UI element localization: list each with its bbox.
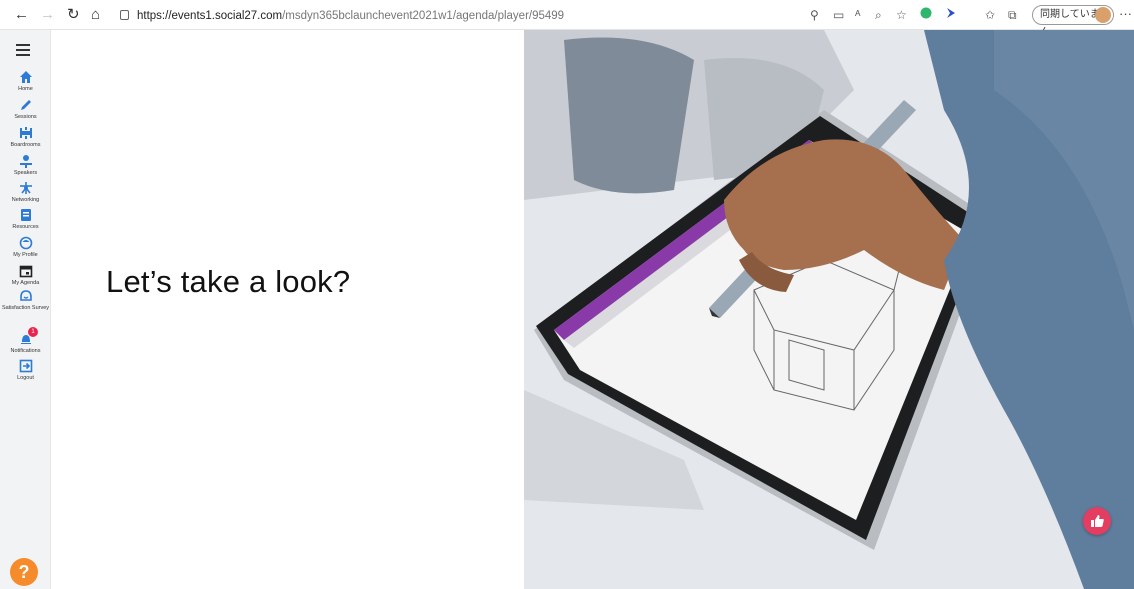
sidebar-item-label: Sessions: [14, 114, 37, 120]
hamburger-menu-icon[interactable]: [16, 44, 30, 59]
profile-icon: [19, 236, 32, 250]
collections-icon[interactable]: ⧉: [1008, 7, 1017, 23]
sidebar-item-label: Boardrooms: [10, 142, 41, 148]
extension-green-icon[interactable]: [920, 7, 932, 23]
back-arrow-icon[interactable]: ←: [14, 6, 29, 24]
sidebar-item-label: My Agenda: [11, 280, 40, 286]
sidebar-item-label: Home: [18, 86, 33, 92]
url-path: /msdyn365bclaunchevent2021w1/agenda/play…: [282, 10, 565, 22]
sidebar-item-label: Speakers: [13, 170, 38, 176]
key-icon[interactable]: ⚲: [810, 7, 819, 23]
url-host: https://events1.social27.com: [137, 10, 283, 22]
sidebar-item-resources[interactable]: Resources: [0, 208, 51, 230]
more-options-icon[interactable]: ···: [1119, 6, 1132, 21]
sidebar-item-networking[interactable]: Networking: [0, 181, 51, 203]
lock-icon: [120, 10, 129, 20]
slide-title: Let’s take a look?: [106, 264, 351, 299]
sidebar-item-logout[interactable]: Logout: [0, 359, 51, 381]
avatar: [1095, 7, 1111, 23]
browser-toolbar: ← → ↻ ⌂ https://events1.social27.com/msd…: [0, 0, 1134, 38]
home-icon: [19, 71, 32, 83]
survey-icon: [19, 290, 32, 301]
favorite-add-icon[interactable]: ☆: [896, 7, 907, 23]
sidebar-item-home[interactable]: Home: [0, 70, 51, 92]
home-browser-icon[interactable]: ⌂: [91, 6, 100, 24]
sidebar-item-sessions[interactable]: Sessions: [0, 98, 51, 120]
sidebar-item-label: Networking: [11, 197, 40, 203]
favorites-icon[interactable]: ✩: [985, 7, 995, 23]
refresh-icon[interactable]: ↻: [67, 6, 80, 24]
sidebar-item-my-agenda[interactable]: My Agenda: [0, 264, 51, 286]
zoom-icon[interactable]: ⌕: [875, 7, 882, 23]
sync-status-button[interactable]: 同期していません: [1032, 5, 1114, 38]
extension-blue-icon[interactable]: [945, 7, 957, 23]
speakers-icon: [19, 155, 32, 168]
reader-icon[interactable]: ▭: [833, 7, 844, 23]
slide-photo: [524, 30, 1134, 589]
sidebar-item-speakers[interactable]: Speakers: [0, 154, 51, 176]
sidebar-item-label: Notifications: [10, 348, 41, 354]
read-aloud-icon[interactable]: ᴬ: [855, 7, 860, 23]
sidebar-item-label: Logout: [17, 375, 34, 381]
tablet-drawing-photo: [524, 30, 1134, 589]
sidebar-item-my-profile[interactable]: My Profile: [0, 236, 51, 258]
address-bar[interactable]: https://events1.social27.com/msdyn365bcl…: [120, 7, 590, 25]
sidebar-item-satisfaction-survey[interactable]: Satisfaction Survey: [0, 289, 51, 311]
help-button[interactable]: ?: [10, 558, 38, 586]
sidebar-item-label: Resources: [12, 224, 39, 230]
sidebar-item-label: Satisfaction Survey: [1, 305, 50, 311]
sidebar: Home Sessions Boardrooms Speakers Networ…: [0, 30, 51, 589]
calendar-icon: [19, 265, 32, 278]
sidebar-item-label: My Profile: [13, 252, 38, 258]
resources-icon: [20, 209, 31, 221]
like-button[interactable]: [1083, 507, 1111, 535]
thumbs-up-icon: [1091, 515, 1104, 527]
networking-icon: [19, 182, 32, 194]
forward-arrow-icon[interactable]: →: [40, 6, 55, 24]
notification-badge: 1: [28, 327, 38, 337]
logout-icon: [19, 359, 32, 373]
boardroom-icon: [19, 127, 32, 139]
pen-icon: [20, 100, 31, 110]
sidebar-item-notifications[interactable]: 1 Notifications: [0, 327, 51, 354]
sidebar-item-boardrooms[interactable]: Boardrooms: [0, 126, 51, 148]
